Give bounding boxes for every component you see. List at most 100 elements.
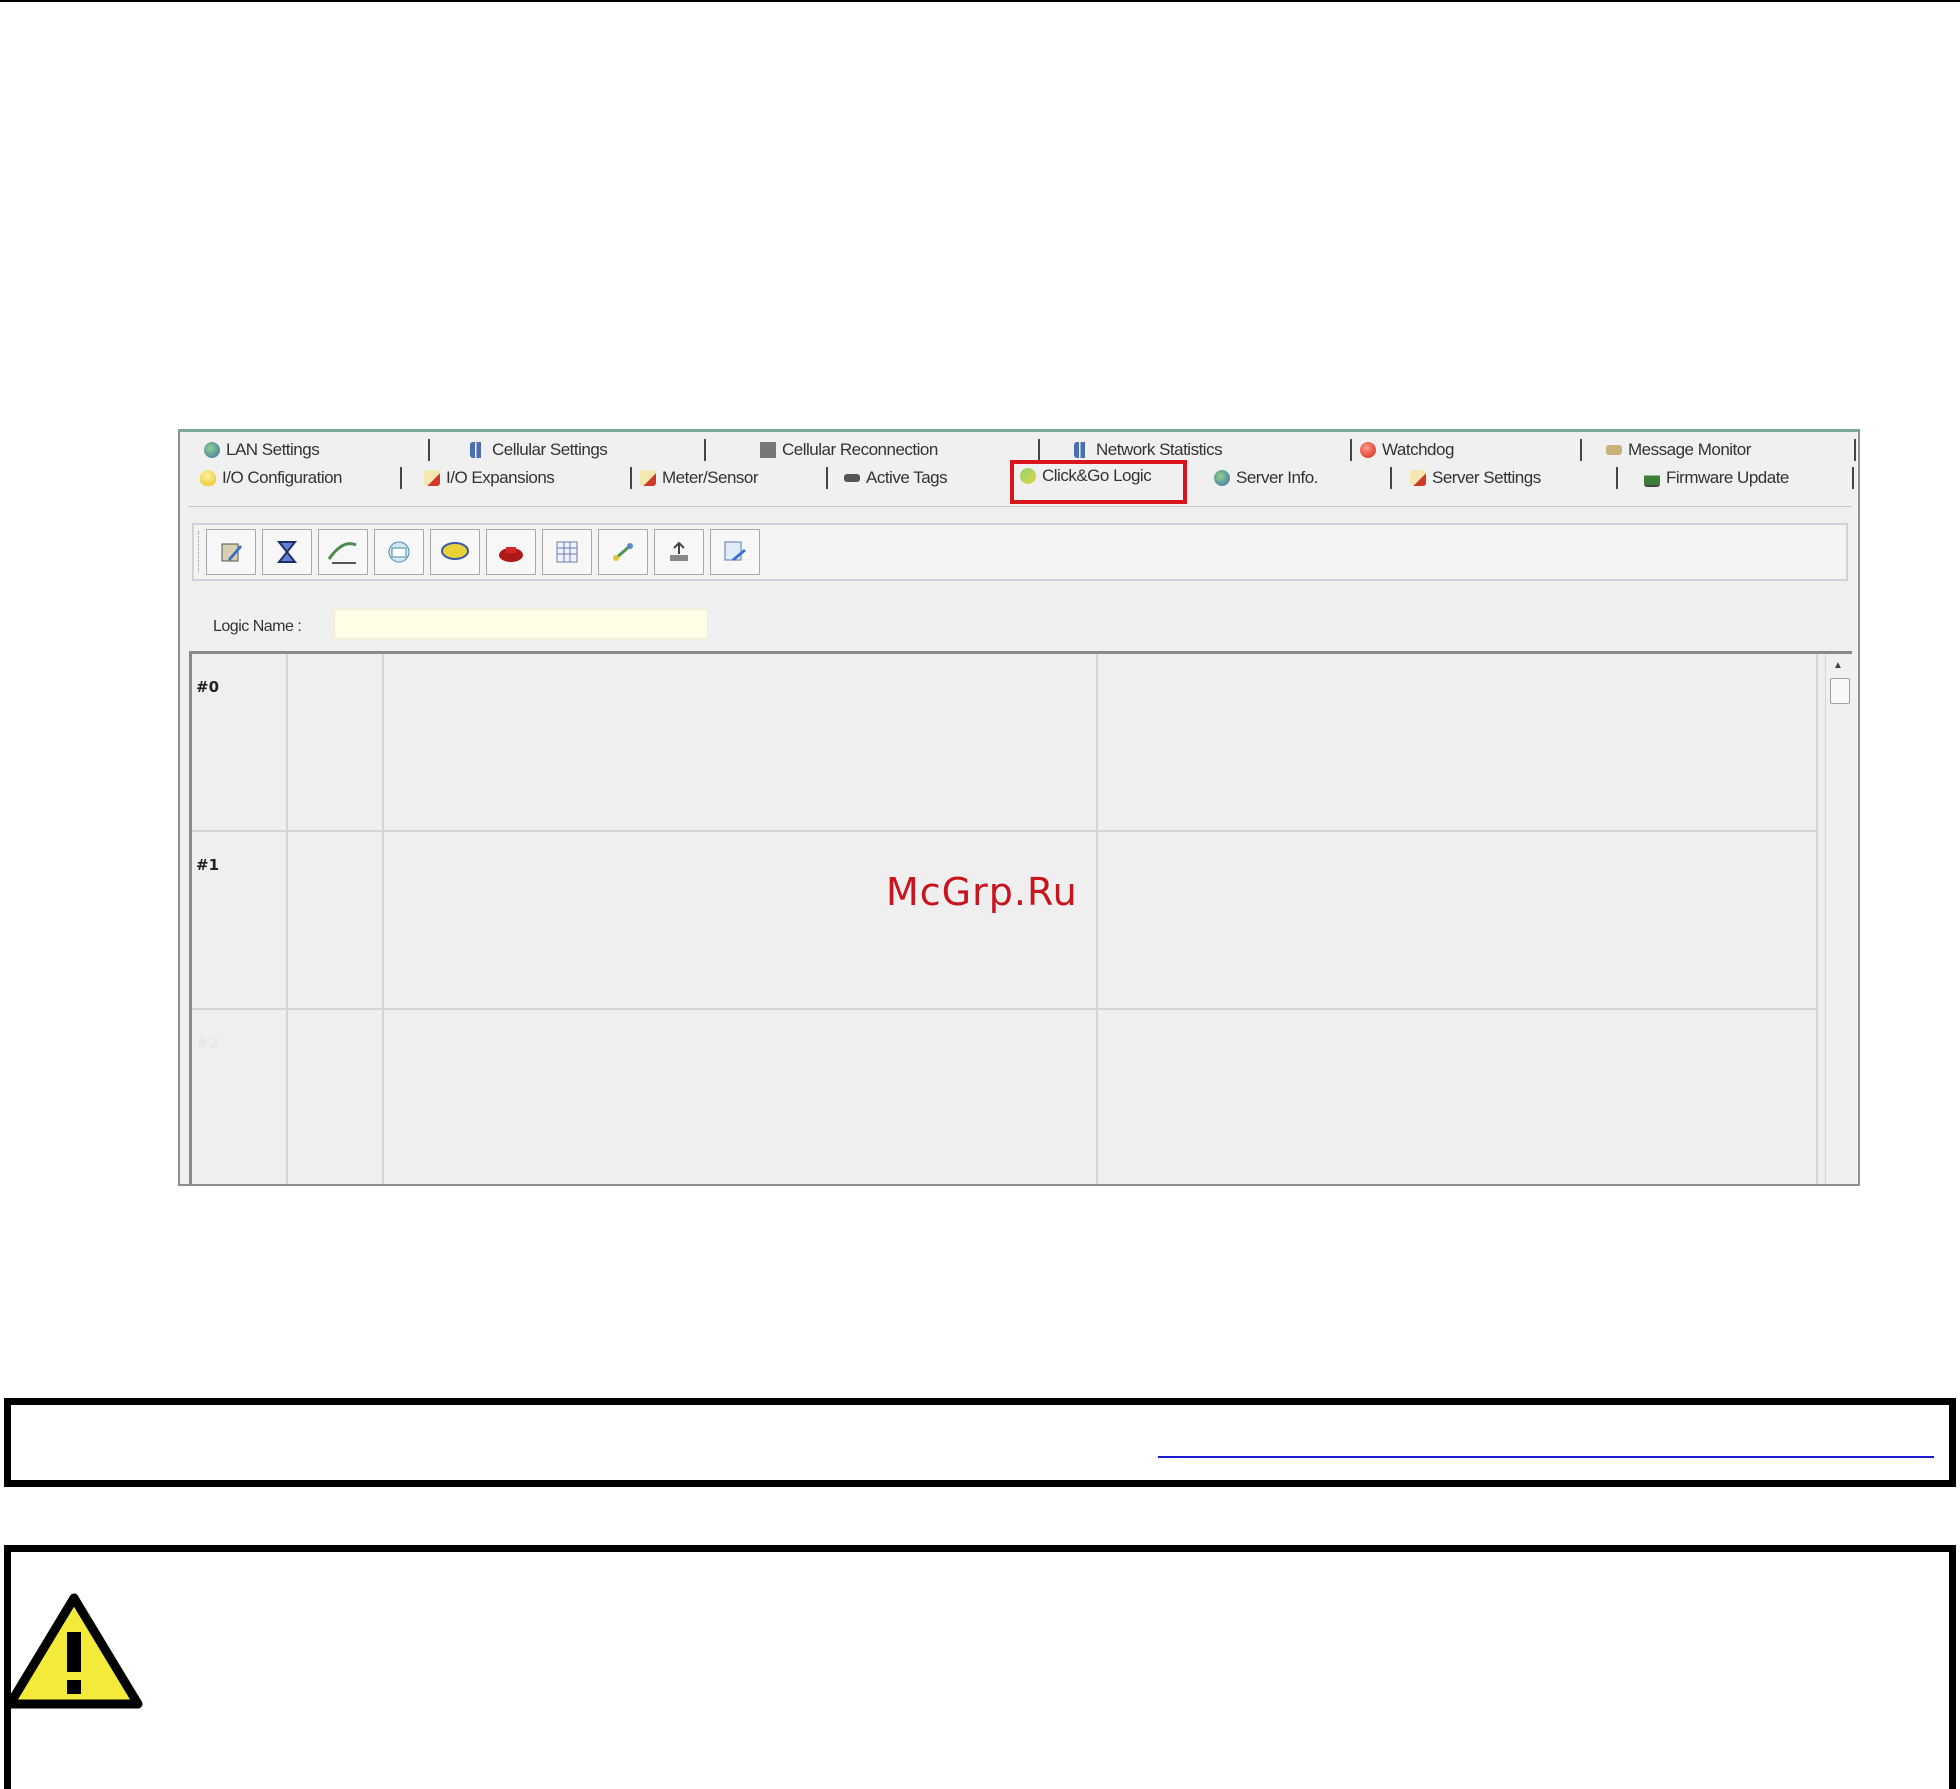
- tag-icon: [844, 474, 860, 482]
- tab-divider: [400, 467, 402, 489]
- note-link-underline[interactable]: [1158, 1456, 1934, 1458]
- tab-divider: [1390, 467, 1392, 489]
- row-enable-cell[interactable]: [288, 832, 384, 1008]
- toolbar-grip[interactable]: [198, 531, 202, 573]
- tab-label: I/O Configuration: [222, 468, 343, 487]
- row-enable-cell[interactable]: [288, 1010, 384, 1184]
- edit-icon: [221, 543, 242, 562]
- tab-divider: [826, 467, 828, 489]
- top-rule: [0, 0, 1960, 2]
- row-if-cell[interactable]: [384, 654, 1098, 830]
- tab-label: Watchdog: [1382, 440, 1454, 459]
- bars-icon: [1074, 442, 1090, 458]
- tab-label: Network Statistics: [1096, 440, 1223, 459]
- tab-divider: [428, 439, 430, 461]
- tab-divider: [630, 467, 632, 489]
- tab-divider: [704, 439, 706, 461]
- copy-button[interactable]: [710, 529, 760, 575]
- globe-icon: [1214, 470, 1230, 486]
- row-then-cell[interactable]: [1098, 832, 1818, 1008]
- row-number: #2: [196, 1034, 220, 1052]
- row-if-cell[interactable]: [384, 1010, 1098, 1184]
- bulb-icon: [200, 470, 216, 486]
- tab-firmware-update[interactable]: Firmware Update: [1644, 464, 1854, 492]
- logic-name-input[interactable]: [334, 609, 708, 639]
- tab-label: Firmware Update: [1666, 468, 1789, 487]
- vertical-scrollbar[interactable]: ▲: [1825, 654, 1852, 1184]
- logic-name-label: Logic Name :: [213, 618, 302, 635]
- row-number: #1: [196, 856, 220, 874]
- tab-divider: [1580, 439, 1582, 461]
- alarm-icon: [1360, 442, 1376, 458]
- tab-divider: [1852, 467, 1854, 489]
- tab-divider: [1854, 439, 1856, 461]
- pulse-button[interactable]: [318, 529, 368, 575]
- tab-message-monitor[interactable]: Message Monitor: [1606, 436, 1856, 464]
- tab-label: Message Monitor: [1628, 440, 1751, 459]
- sms-button[interactable]: [430, 529, 480, 575]
- row-if-cell[interactable]: [384, 832, 1098, 1008]
- tab-io-expansions[interactable]: I/O Expansions: [424, 464, 632, 492]
- scroll-up-icon[interactable]: ▲: [1833, 660, 1843, 671]
- tab-label: Meter/Sensor: [662, 468, 759, 487]
- row-then-cell[interactable]: [1098, 1010, 1818, 1184]
- table-icon: [556, 541, 578, 563]
- logic-row[interactable]: #0: [192, 654, 1818, 832]
- tab-divider: [1616, 467, 1618, 489]
- table-button[interactable]: [542, 529, 592, 575]
- link-button[interactable]: [598, 529, 648, 575]
- link-icon: [613, 543, 633, 561]
- note-icon: [640, 470, 656, 486]
- logic-row[interactable]: #1: [192, 832, 1818, 1010]
- upload-button[interactable]: [654, 529, 704, 575]
- phone-icon: [499, 547, 523, 562]
- chart-icon: [1644, 469, 1660, 487]
- tab-label: LAN Settings: [226, 440, 320, 459]
- warning-icon: [5, 1593, 143, 1709]
- tab-label: I/O Expansions: [446, 468, 555, 487]
- tab-label: Server Info.: [1236, 468, 1318, 487]
- tab-active-tags[interactable]: Active Tags: [844, 464, 1004, 492]
- logic-row[interactable]: #2: [192, 1010, 1818, 1184]
- tab-label: Server Settings: [1432, 468, 1541, 487]
- note-icon: [424, 470, 440, 486]
- tab-label: Cellular Reconnection: [782, 440, 938, 459]
- tab-cellular-reconnection[interactable]: Cellular Reconnection: [760, 436, 1040, 464]
- pulse-icon: [327, 542, 357, 564]
- note-box: [4, 1398, 1956, 1487]
- sms-icon: [441, 542, 469, 560]
- tab-io-configuration[interactable]: I/O Configuration: [200, 464, 402, 492]
- tab-lan-settings[interactable]: LAN Settings: [204, 436, 430, 464]
- tab-meter-sensor[interactable]: Meter/Sensor: [640, 464, 828, 492]
- timer-button[interactable]: [262, 529, 312, 575]
- row-enable-cell[interactable]: [288, 654, 384, 830]
- app-window: LAN Settings Cellular Settings Cellular …: [178, 429, 1860, 1186]
- tab-cellular-settings[interactable]: Cellular Settings: [470, 436, 706, 464]
- hourglass-icon: [276, 541, 298, 563]
- copy-icon: [724, 541, 746, 561]
- email-button[interactable]: [374, 529, 424, 575]
- selected-tab-highlight: [1010, 460, 1187, 504]
- phone-button[interactable]: [486, 529, 536, 575]
- tab-server-info[interactable]: Server Info.: [1214, 464, 1392, 492]
- tab-divider: [1350, 439, 1352, 461]
- row-number: #0: [196, 678, 220, 696]
- watermark: McGrp.Ru: [886, 870, 1078, 914]
- email-icon: [388, 541, 410, 563]
- edit-button[interactable]: [206, 529, 256, 575]
- logic-grid: #0 #1 #2 ▲: [189, 651, 1852, 1184]
- note-icon: [1410, 470, 1426, 486]
- logic-toolbar: [192, 523, 1848, 581]
- row-then-cell[interactable]: [1098, 654, 1818, 830]
- tab-server-settings[interactable]: Server Settings: [1410, 464, 1618, 492]
- tab-divider: [1038, 439, 1040, 461]
- logic-panel: Logic Name : #0 #1 #2 ▲: [188, 506, 1852, 1184]
- envelope-icon: [1606, 445, 1622, 455]
- tab-watchdog[interactable]: Watchdog: [1360, 436, 1582, 464]
- tab-label: Active Tags: [866, 468, 948, 487]
- warning-box: [4, 1545, 1956, 1789]
- antenna-icon: [760, 442, 776, 458]
- bars-icon: [470, 442, 486, 458]
- tab-label: Cellular Settings: [492, 440, 608, 459]
- scroll-thumb[interactable]: [1830, 678, 1850, 704]
